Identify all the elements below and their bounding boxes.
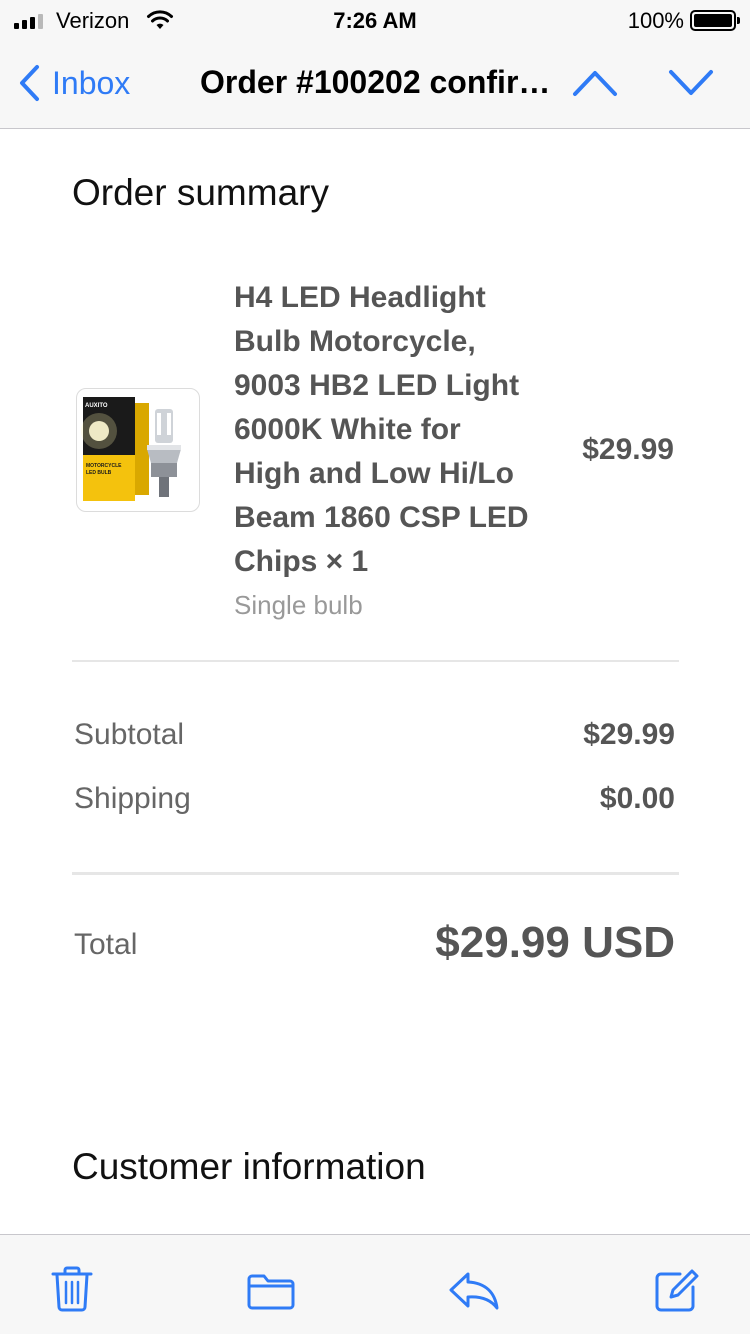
svg-text:MOTORCYCLE: MOTORCYCLE <box>86 463 122 469</box>
total-label: Total <box>74 928 138 961</box>
shipping-value: $0.00 <box>599 782 675 815</box>
folder-icon[interactable] <box>246 1271 296 1311</box>
subtotal-value: $29.99 <box>583 718 675 751</box>
next-message-chevron-down-icon[interactable] <box>668 68 714 98</box>
trash-icon[interactable] <box>50 1265 94 1313</box>
email-subject-title: Order #100202 confirmed <box>200 64 552 100</box>
product-image: AUXITO MOTORCYCLE LED BULB <box>76 388 200 512</box>
order-summary-heading: Order summary <box>72 172 329 213</box>
battery-percentage: 100% <box>627 8 684 33</box>
svg-text:LED BULB: LED BULB <box>86 470 112 476</box>
reply-icon[interactable] <box>448 1271 500 1311</box>
customer-information-heading: Customer information <box>72 1146 426 1187</box>
divider <box>72 872 679 875</box>
status-bar: Verizon 7:26 AM 100% <box>0 0 750 40</box>
back-to-inbox-button[interactable]: Inbox <box>18 64 130 102</box>
email-body[interactable]: Order summary AUXITO MOTORCYCLE LED BULB… <box>0 130 750 1234</box>
subtotal-label: Subtotal <box>74 718 185 751</box>
product-price: $29.99 <box>582 433 674 466</box>
led-bulb-box-illustration: AUXITO MOTORCYCLE LED BULB <box>81 397 181 501</box>
back-label: Inbox <box>52 64 131 101</box>
compose-icon[interactable] <box>654 1269 700 1313</box>
product-variant: Single bulb <box>234 590 363 620</box>
total-value: $29.99 USD <box>435 918 675 967</box>
battery-icon <box>690 10 740 31</box>
navigation-bar: Inbox Order #100202 confirmed <box>0 40 750 129</box>
product-brand: AUXITO <box>85 403 108 409</box>
divider <box>72 660 679 662</box>
bottom-toolbar <box>0 1234 750 1334</box>
shipping-label: Shipping <box>74 782 191 815</box>
chevron-left-icon <box>20 65 39 101</box>
previous-message-chevron-up-icon[interactable] <box>572 68 618 98</box>
product-name: H4 LED Headlight Bulb Motorcycle, 9003 H… <box>234 281 529 578</box>
